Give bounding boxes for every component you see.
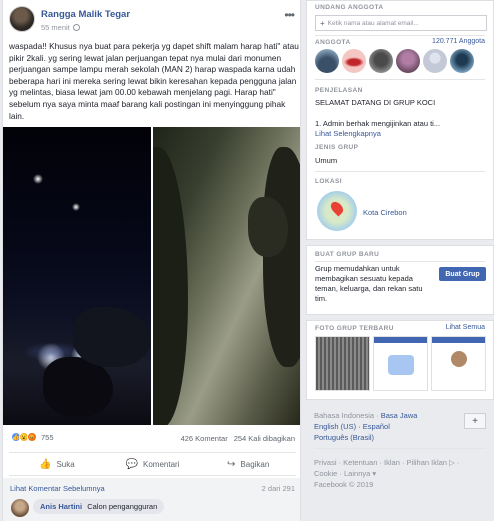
invite-title: UNDANG ANGGOTA (315, 4, 384, 11)
member-avatar[interactable] (369, 49, 393, 73)
commenter-avatar[interactable] (11, 499, 29, 517)
view-previous-comments-link[interactable]: Lihat Komentar Sebelumnya (10, 484, 105, 493)
add-language-button[interactable]: + (464, 413, 486, 429)
comment-bubble: Anis Hartini Calon pengangguran (33, 499, 165, 514)
create-group-panel: BUAT GRUP BARU Grup memudahkan untuk mem… (306, 245, 494, 315)
thumb-avatar (451, 351, 467, 367)
create-group-button[interactable]: Buat Grup (439, 267, 486, 281)
photo-shape (153, 147, 188, 425)
comment-button[interactable]: 💬 Komentari (105, 453, 201, 475)
reaction-count[interactable]: 755 (41, 433, 54, 442)
divider (315, 79, 485, 80)
description-title: PENJELASAN (315, 87, 363, 94)
see-all-photos-link[interactable]: Lihat Semua (446, 324, 485, 331)
members-count[interactable]: 120.771 Anggota (432, 38, 485, 45)
comment-text: Calon pengangguran (87, 502, 158, 511)
photo-shape (73, 307, 151, 367)
thumbs-up-icon: 👍 (38, 458, 52, 470)
member-avatar[interactable] (315, 49, 339, 73)
invite-member-input[interactable]: + Ketik nama atau alamat email... (315, 15, 487, 31)
copyright: Facebook © 2019 (314, 480, 374, 489)
divider (315, 35, 485, 36)
location-link[interactable]: Kota Cirebon (363, 208, 407, 218)
thumb-bubble (388, 355, 414, 375)
post-photos[interactable] (3, 127, 300, 425)
more-options-icon[interactable]: ••• (284, 8, 295, 22)
invite-placeholder: Ketik nama atau alamat email... (327, 19, 419, 27)
thumb-header-bar (432, 337, 485, 343)
members-avatars (315, 49, 474, 73)
post-timestamp[interactable]: 55 menit (41, 23, 70, 32)
author-name[interactable]: Rangga Malik Tegar (41, 9, 130, 20)
separator: · (374, 411, 381, 420)
comment-icon: 💬 (125, 458, 138, 470)
photo-shape (263, 147, 300, 367)
member-avatar[interactable] (396, 49, 420, 73)
post-stats: 👍 😮 😡 755 426 Komentar 254 Kali dibagika… (3, 429, 300, 447)
description-rule: 1. Admin berhak mengijinkan atau ti... (315, 119, 441, 128)
create-group-title: BUAT GRUP BARU (315, 251, 380, 258)
group-photo-thumb-3[interactable] (431, 336, 486, 391)
see-more-link[interactable]: Lihat Selengkapnya (315, 129, 381, 139)
group-type-title: JENIS GRUP (315, 144, 359, 151)
globe-icon (72, 24, 80, 31)
language-link[interactable]: Português (Brasil) (314, 433, 374, 442)
comment-label: Komentari (143, 459, 180, 469)
create-group-text: Grup memudahkan untuk membagikan sesuatu… (315, 264, 423, 303)
group-info-panel: UNDANG ANGGOTA + Ketik nama atau alamat … (306, 0, 494, 240)
post-card: Rangga Malik Tegar 55 menit ••• waspada!… (2, 0, 301, 521)
description-heading: SELAMAT DATANG DI GRUP KOCI (315, 98, 436, 107)
location-title: LOKASI (315, 178, 342, 185)
shares-count[interactable]: 254 Kali dibagikan (234, 434, 295, 443)
divider (315, 171, 485, 172)
comments-count[interactable]: 426 Komentar (181, 434, 228, 443)
recent-photos-title: FOTO GRUP TERBARU (315, 325, 394, 332)
footer-links: Privasi · Ketentuan · Iklan · Pilihan Ik… (314, 457, 489, 490)
post-actions: 👍 Suka 💬 Komentari ↪ Bagikan (9, 452, 296, 476)
share-icon: ↪ (227, 458, 236, 470)
footer-links-line-1[interactable]: Privasi · Ketentuan · Iklan · Pilihan Ik… (314, 457, 489, 468)
group-photo-thumb-1[interactable] (315, 336, 370, 391)
comments-pagination: 2 dari 291 (261, 484, 295, 493)
post-photo-1[interactable] (3, 127, 151, 425)
divider (314, 448, 486, 449)
post-photo-2[interactable] (153, 127, 300, 425)
group-type-value: Umum (315, 156, 338, 165)
share-button[interactable]: ↪ Bagikan (200, 453, 296, 475)
post-time: 55 menit (41, 23, 80, 32)
current-language: Bahasa Indonesia (314, 411, 375, 420)
plus-icon: + (320, 18, 325, 28)
member-avatar[interactable] (450, 49, 474, 73)
post-text: waspada!! Khusus nya buat para pekerja y… (9, 41, 299, 121)
language-link[interactable]: Español (363, 422, 390, 431)
comments-section: Lihat Komentar Sebelumnya 2 dari 291 Ani… (3, 478, 300, 521)
share-label: Bagikan (240, 459, 270, 469)
commenter-name[interactable]: Anis Hartini (40, 502, 82, 511)
footer-links-line-2[interactable]: Cookie · Lainnya ▾ (314, 468, 489, 479)
language-selector: Bahasa Indonesia · Basa Jawa English (US… (314, 411, 418, 442)
member-avatar[interactable] (423, 49, 447, 73)
like-button[interactable]: 👍 Suka (9, 453, 105, 475)
angry-reaction-icon: 😡 (27, 432, 37, 442)
divider (315, 261, 485, 262)
like-label: Suka (56, 459, 75, 469)
author-avatar[interactable] (9, 6, 35, 32)
post-header: Rangga Malik Tegar 55 menit ••• (3, 0, 300, 40)
reactions-summary[interactable]: 👍 😮 😡 755 (11, 432, 54, 442)
member-avatar[interactable] (342, 49, 366, 73)
right-sidebar: UNDANG ANGGOTA + Ketik nama atau alamat … (306, 0, 494, 521)
language-link[interactable]: Basa Jawa (381, 411, 418, 420)
thumb-header-bar (374, 337, 427, 343)
group-photo-thumb-2[interactable] (373, 336, 428, 391)
language-link[interactable]: English (US) (314, 422, 356, 431)
members-title: ANGGOTA (315, 39, 351, 46)
